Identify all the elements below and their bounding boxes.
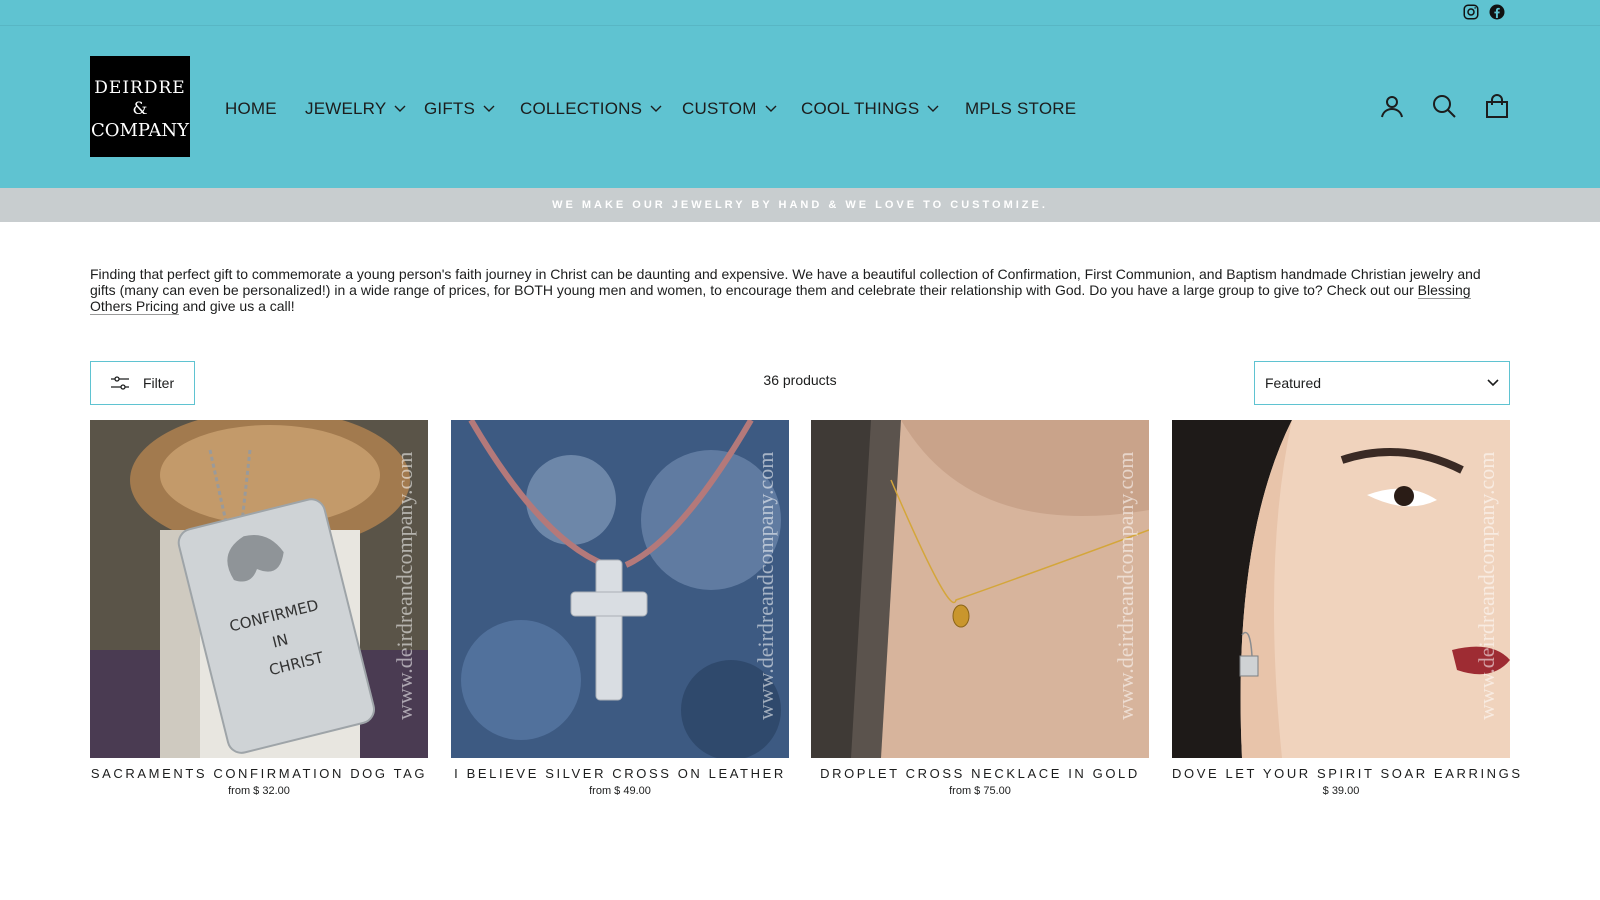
filter-button[interactable]: Filter <box>90 361 195 405</box>
watermark: www.deirdreandcompany.com <box>753 451 778 720</box>
product-title[interactable]: SACRAMENTS CONFIRMATION DOG TAG <box>90 766 428 781</box>
chevron-down-icon <box>927 105 939 112</box>
gold-necklace-photo <box>811 420 1149 758</box>
product-title[interactable]: I BELIEVE SILVER CROSS ON LEATHER <box>451 766 789 781</box>
top-utility-bar <box>0 0 1600 26</box>
nav-item-gifts[interactable]: GIFTS <box>424 97 495 121</box>
announcement-text: WE MAKE OUR JEWELRY BY HAND & WE LOVE TO… <box>552 199 1048 211</box>
nav-item-mpls-store[interactable]: MPLS STORE <box>965 97 1076 121</box>
chevron-down-icon <box>765 105 777 112</box>
product-price: from $ 49.00 <box>589 785 651 797</box>
product-price: from $ 32.00 <box>228 785 290 797</box>
instagram-icon[interactable] <box>1462 3 1480 21</box>
product-card[interactable]: www.deirdreandcompany.com DROPLET CROSS … <box>811 420 1149 797</box>
watermark: www.deirdreandcompany.com <box>1113 451 1138 720</box>
product-card[interactable]: CONFIRMED IN CHRIST www.deirdreandcompan… <box>90 420 428 797</box>
filter-sliders-icon <box>111 376 129 390</box>
announcement-bar: WE MAKE OUR JEWELRY BY HAND & WE LOVE TO… <box>0 188 1600 222</box>
collection-description: Finding that perfect gift to commemorate… <box>90 266 1510 315</box>
nav-label: GIFTS <box>424 99 476 118</box>
nav-item-cool-things[interactable]: COOL THINGS <box>801 97 939 121</box>
chevron-down-icon <box>1487 379 1499 387</box>
site-header: DEIRDRE & COMPANY HOME JEWELRY GIFTS COL… <box>0 26 1600 188</box>
description-text: Finding that perfect gift to commemorate… <box>90 266 1481 298</box>
chevron-down-icon <box>483 105 495 112</box>
dove-earrings-photo <box>1172 420 1510 758</box>
watermark: www.deirdreandcompany.com <box>392 451 417 720</box>
site-logo[interactable]: DEIRDRE & COMPANY <box>90 56 190 157</box>
nav-label: CUSTOM <box>682 99 757 118</box>
logo-line-2: & <box>132 98 148 119</box>
product-card[interactable]: www.deirdreandcompany.com DOVE LET YOUR … <box>1172 420 1520 797</box>
logo-line-3: COMPANY <box>90 119 190 141</box>
filter-label: Filter <box>143 375 175 391</box>
facebook-icon[interactable] <box>1488 3 1506 21</box>
nav-item-collections[interactable]: COLLECTIONS <box>520 97 662 121</box>
description-tail: and give us a call! <box>178 298 295 314</box>
product-title[interactable]: DOVE LET YOUR SPIRIT SOAR EARRINGS <box>1172 766 1520 781</box>
product-title[interactable]: DROPLET CROSS NECKLACE IN GOLD <box>811 766 1149 781</box>
chevron-down-icon <box>650 105 662 112</box>
product-price: $ 39.00 <box>1322 785 1360 797</box>
nav-label: JEWELRY <box>305 99 387 118</box>
product-image[interactable]: CONFIRMED IN CHRIST www.deirdreandcompan… <box>90 420 428 758</box>
product-image[interactable]: www.deirdreandcompany.com <box>1172 420 1510 758</box>
watermark: www.deirdreandcompany.com <box>1474 451 1499 720</box>
cart-icon[interactable] <box>1484 93 1510 119</box>
product-image[interactable]: www.deirdreandcompany.com <box>811 420 1149 758</box>
product-image[interactable]: www.deirdreandcompany.com <box>451 420 789 758</box>
product-count: 36 products <box>763 372 837 388</box>
nav-label: MPLS STORE <box>965 99 1077 118</box>
product-card[interactable]: www.deirdreandcompany.com I BELIEVE SILV… <box>451 420 789 797</box>
logo-line-1: DEIRDRE <box>94 77 186 98</box>
sort-select[interactable]: Featured <box>1254 361 1510 405</box>
nav-item-custom[interactable]: CUSTOM <box>682 97 777 121</box>
nav-label: HOME <box>225 99 277 118</box>
chevron-down-icon <box>394 105 406 112</box>
nav-label: COLLECTIONS <box>520 99 643 118</box>
nav-item-jewelry[interactable]: JEWELRY <box>305 97 406 121</box>
sort-value: Featured <box>1265 375 1322 391</box>
nav-item-home[interactable]: HOME <box>225 97 277 121</box>
account-icon[interactable] <box>1379 93 1405 119</box>
nav-label: COOL THINGS <box>801 99 920 118</box>
cross-leather-photo <box>451 420 789 758</box>
product-price: from $ 75.00 <box>949 785 1011 797</box>
dog-tag-photo: CONFIRMED IN CHRIST <box>90 420 428 758</box>
search-icon[interactable] <box>1431 93 1457 119</box>
